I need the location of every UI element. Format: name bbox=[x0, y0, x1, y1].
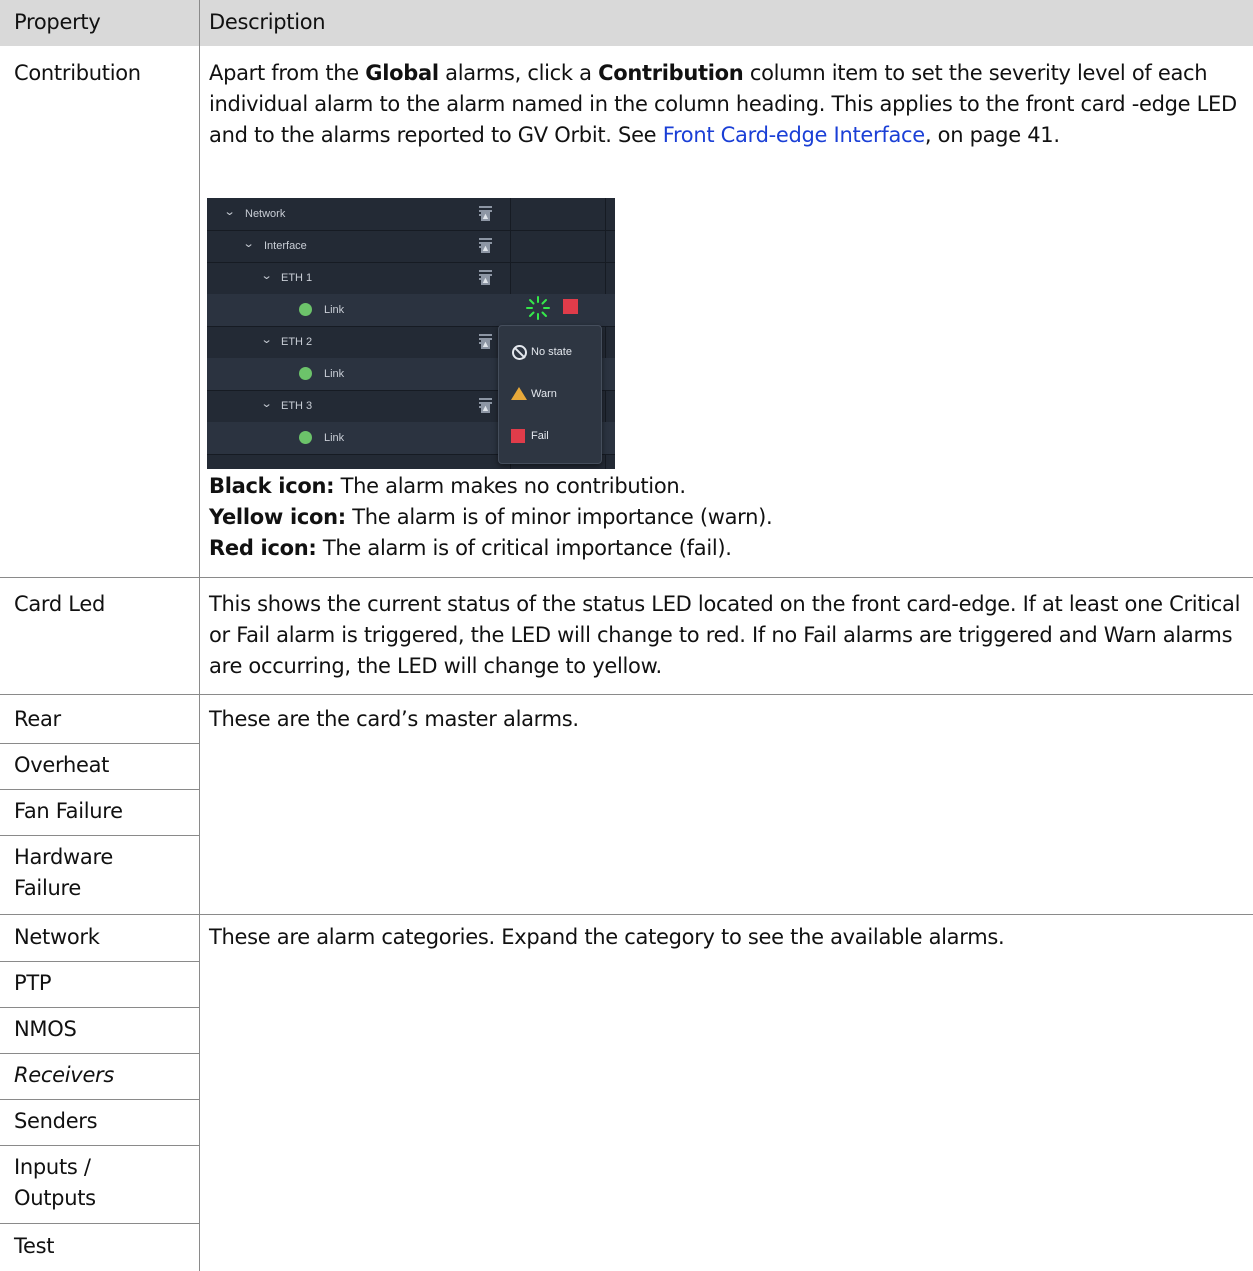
property-fan-failure: Fan Failure bbox=[14, 799, 123, 823]
property-nmos: NMOS bbox=[14, 1017, 77, 1041]
description-master-alarms: These are the card’s master alarms. bbox=[209, 707, 579, 731]
tree-row-eth1: ⌄ ETH 1 ▲ bbox=[207, 262, 615, 295]
property-ptp: PTP bbox=[14, 971, 52, 995]
description-alarm-categories: These are alarm categories. Expand the c… bbox=[209, 925, 1005, 949]
header-property: Property bbox=[14, 10, 101, 34]
front-card-edge-link[interactable]: Front Card-edge Interface bbox=[663, 123, 926, 147]
property-senders: Senders bbox=[14, 1109, 98, 1133]
property-test: Test bbox=[14, 1234, 55, 1258]
chevron-down-icon: ⌄ bbox=[260, 398, 273, 410]
property-table: Property Description Contribution Apart … bbox=[0, 0, 1253, 1271]
status-dot bbox=[299, 431, 312, 444]
row-divider bbox=[0, 1099, 200, 1100]
collapse-icon: ▲ bbox=[478, 237, 494, 253]
chevron-down-icon: ⌄ bbox=[260, 270, 273, 282]
tree-row-interface: ⌄ Interface ▲ bbox=[207, 230, 615, 263]
description-card-led: This shows the current status of the sta… bbox=[209, 592, 1241, 678]
property-hardware-failure: Hardware Failure bbox=[14, 845, 113, 900]
chevron-down-icon: ⌄ bbox=[242, 238, 255, 250]
collapse-icon: ▲ bbox=[478, 397, 494, 413]
note-yellow-icon: Yellow icon: The alarm is of minor impor… bbox=[209, 505, 773, 529]
row-divider bbox=[0, 914, 1253, 915]
tree-row-link[interactable]: Link bbox=[207, 294, 615, 327]
row-divider bbox=[0, 1145, 200, 1146]
property-rear: Rear bbox=[14, 707, 61, 731]
header-description: Description bbox=[209, 10, 326, 34]
property-card-led: Card Led bbox=[14, 592, 105, 616]
property-inputs-outputs: Inputs / Outputs bbox=[14, 1155, 96, 1210]
loading-spinner-icon bbox=[526, 296, 550, 320]
collapse-icon: ▲ bbox=[478, 205, 494, 221]
no-state-icon bbox=[512, 345, 527, 360]
alarm-contribution-screenshot: ⌄ Network ▲ ⌄ Interface ▲ ⌄ ETH 1 ▲ Link… bbox=[207, 198, 615, 469]
tree-label: ETH 2 bbox=[281, 336, 313, 348]
menu-item-no-state[interactable]: No state bbox=[499, 338, 601, 368]
description-contribution: Apart from the Global alarms, click a Co… bbox=[209, 61, 1237, 147]
collapse-icon: ▲ bbox=[478, 269, 494, 285]
chevron-down-icon: ⌄ bbox=[223, 206, 236, 218]
status-dot bbox=[299, 367, 312, 380]
menu-item-label: No state bbox=[531, 346, 572, 358]
tree-label: ETH 1 bbox=[281, 272, 313, 284]
row-divider bbox=[0, 1053, 200, 1054]
row-divider bbox=[0, 835, 200, 836]
collapse-icon: ▲ bbox=[478, 333, 494, 349]
tree-row-network: ⌄ Network ▲ bbox=[207, 198, 615, 231]
tree-label: ETH 3 bbox=[281, 400, 313, 412]
menu-item-warn[interactable]: Warn bbox=[499, 380, 601, 410]
property-overheat: Overheat bbox=[14, 753, 110, 777]
tree-label: Link bbox=[324, 304, 345, 316]
row-divider bbox=[0, 961, 200, 962]
menu-item-label: Warn bbox=[531, 388, 557, 400]
status-dot bbox=[299, 303, 312, 316]
chevron-down-icon: ⌄ bbox=[260, 334, 273, 346]
tree-label: Network bbox=[245, 208, 286, 220]
property-receivers: Receivers bbox=[14, 1063, 115, 1087]
property-contribution: Contribution bbox=[14, 61, 141, 85]
property-network: Network bbox=[14, 925, 100, 949]
row-divider bbox=[0, 1223, 200, 1224]
warn-icon bbox=[511, 387, 527, 400]
note-black-icon: Black icon: The alarm makes no contribut… bbox=[209, 474, 686, 498]
severity-menu: No state Warn Fail bbox=[498, 325, 602, 464]
fail-status-square[interactable] bbox=[563, 299, 578, 314]
menu-item-fail[interactable]: Fail bbox=[499, 422, 601, 452]
row-divider bbox=[0, 577, 1253, 578]
tree-label: Link bbox=[324, 432, 345, 444]
tree-label: Interface bbox=[264, 240, 307, 252]
column-divider bbox=[199, 0, 200, 1271]
note-red-icon: Red icon: The alarm is of critical impor… bbox=[209, 536, 732, 560]
menu-item-label: Fail bbox=[531, 430, 549, 442]
tree-label: Link bbox=[324, 368, 345, 380]
row-divider bbox=[0, 789, 200, 790]
row-divider bbox=[0, 1007, 200, 1008]
fail-icon bbox=[511, 429, 525, 443]
row-divider bbox=[0, 694, 1253, 695]
row-divider bbox=[0, 743, 200, 744]
